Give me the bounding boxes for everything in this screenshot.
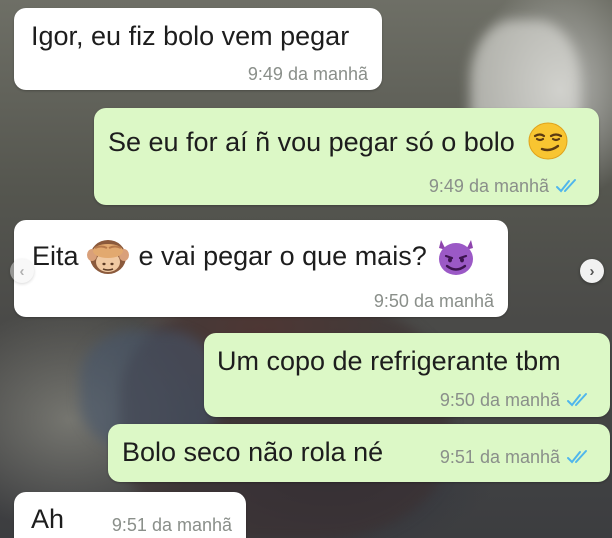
message-timestamp: 9:50 da manhã [440,389,594,411]
message-timestamp: 9:51 da manhã [440,446,594,468]
double-check-read-icon [556,179,576,193]
message-bubble-incoming[interactable]: Eita e vai pegar o que mais? 9:50 da man… [14,220,508,317]
chat-screenshot: Igor, eu fiz bolo vem pegar 9:49 da manh… [0,0,612,538]
message-timestamp: 9:51 da manhã [112,514,232,536]
message-timestamp: 9:49 da manhã [248,63,368,85]
message-text: Eita e vai pegar o que mais? [32,236,477,276]
timestamp-text: 9:50 da manhã [373,291,494,311]
timestamp-text: 9:49 da manhã [428,176,549,196]
message-timestamp: 9:49 da manhã [429,175,583,197]
message-text: Bolo seco não rola né [122,437,384,467]
carousel-prev-button[interactable]: ‹ [10,259,34,283]
message-text: Um copo de refrigerante tbm [217,346,561,376]
chevron-right-icon: › [589,262,595,280]
message-text-part: Eita [32,241,79,271]
double-check-read-icon [567,450,587,464]
timestamp-text: 9:49 da manhã [247,64,368,84]
message-timestamp: 9:50 da manhã [374,290,494,312]
smiling-devil-icon [438,240,473,275]
smirking-face-icon [528,122,568,160]
timestamp-text: 9:51 da manhã [111,515,232,535]
double-check-read-icon [567,393,587,407]
message-text: Ah [31,504,65,534]
message-bubble-outgoing[interactable]: Bolo seco não rola né 9:51 da manhã [108,424,610,482]
message-text-content: Se eu for aí ñ vou pegar só o bolo [108,127,515,157]
timestamp-text: 9:51 da manhã [439,447,560,467]
message-bubble-outgoing[interactable]: Um copo de refrigerante tbm 9:50 da manh… [204,333,610,417]
message-bubble-incoming[interactable]: Igor, eu fiz bolo vem pegar 9:49 da manh… [14,8,382,90]
chevron-left-icon: ‹ [19,262,25,280]
message-bubble-incoming[interactable]: Ah 9:51 da manhã [14,492,246,538]
see-no-evil-monkey-icon [86,240,129,274]
message-text-part: e vai pegar o que mais? [138,241,427,271]
message-text: Igor, eu fiz bolo vem pegar [31,21,350,51]
carousel-next-button[interactable]: › [580,259,604,283]
message-bubble-outgoing[interactable]: Se eu for aí ñ vou pegar só o bolo 9:49 … [94,108,599,205]
message-text: Se eu for aí ñ vou pegar só o bolo [108,122,568,160]
timestamp-text: 9:50 da manhã [439,390,560,410]
